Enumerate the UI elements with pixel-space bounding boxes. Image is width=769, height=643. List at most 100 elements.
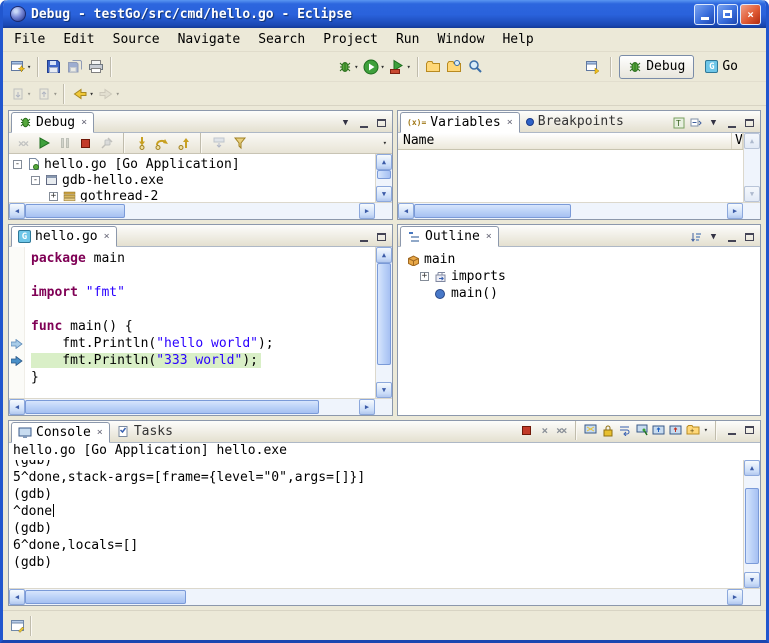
- minimize-view-icon[interactable]: [356, 230, 371, 244]
- maximize-view-icon[interactable]: [742, 116, 757, 130]
- terminate-icon[interactable]: [77, 135, 94, 152]
- scroll-right-icon[interactable]: ▶: [359, 399, 375, 415]
- terminate-console-icon[interactable]: [520, 423, 534, 437]
- scroll-left-icon[interactable]: ◀: [9, 399, 25, 415]
- collapse-all-icon[interactable]: [689, 116, 703, 130]
- new-wizard-button[interactable]: ▾: [7, 55, 33, 79]
- dropdown-arrow-icon[interactable]: ▾: [704, 426, 708, 434]
- close-tab-icon[interactable]: ×: [97, 428, 103, 438]
- perspective-debug-button[interactable]: Debug: [619, 55, 694, 79]
- scroll-left-icon[interactable]: ◀: [9, 203, 25, 219]
- menu-run[interactable]: Run: [387, 30, 428, 49]
- console-horizontal-scrollbar[interactable]: ◀ ▶: [9, 588, 743, 605]
- menu-window[interactable]: Window: [428, 30, 493, 49]
- tab-variables[interactable]: (x)= Variables ×: [400, 112, 520, 133]
- word-wrap-icon[interactable]: [618, 423, 632, 437]
- close-button[interactable]: ×: [740, 4, 761, 25]
- scroll-up-icon[interactable]: ▲: [376, 154, 392, 170]
- editor-gutter[interactable]: [9, 247, 25, 398]
- menu-navigate[interactable]: Navigate: [169, 30, 250, 49]
- column-header-value[interactable]: Value: [732, 133, 743, 149]
- step-over-icon[interactable]: [154, 135, 171, 152]
- sort-icon[interactable]: [689, 230, 703, 244]
- maximize-button[interactable]: [717, 4, 738, 25]
- scroll-right-icon[interactable]: ▶: [727, 203, 743, 219]
- expander-expand-icon[interactable]: +: [49, 192, 58, 201]
- scroll-down-icon[interactable]: ▼: [376, 382, 392, 398]
- show-stdout-icon[interactable]: [652, 423, 666, 437]
- debug-tree-item-launch[interactable]: - hello.go [Go Application]: [9, 156, 375, 172]
- external-tools-button[interactable]: ▾: [387, 55, 413, 79]
- scroll-down-icon[interactable]: ▼: [744, 572, 760, 588]
- open-perspective-button[interactable]: [582, 55, 603, 79]
- expander-collapse-icon[interactable]: -: [13, 160, 22, 169]
- open-file-button[interactable]: [444, 55, 465, 79]
- debug-horizontal-scrollbar[interactable]: ◀ ▶: [9, 202, 375, 219]
- disconnect-icon[interactable]: [98, 135, 115, 152]
- menu-project[interactable]: Project: [314, 30, 387, 49]
- pin-console-icon[interactable]: [635, 423, 649, 437]
- variables-table-body[interactable]: [398, 150, 743, 202]
- open-console-icon[interactable]: +: [686, 423, 700, 437]
- close-tab-icon[interactable]: ×: [507, 118, 513, 128]
- maximize-view-icon[interactable]: [742, 230, 757, 244]
- drop-to-frame-icon[interactable]: [210, 135, 227, 152]
- editor-horizontal-scrollbar[interactable]: ◀ ▶: [9, 398, 375, 415]
- scroll-left-icon[interactable]: ◀: [398, 203, 414, 219]
- tab-console[interactable]: Console ×: [11, 422, 110, 443]
- run-button[interactable]: ▾: [360, 55, 386, 79]
- menu-file[interactable]: File: [5, 30, 54, 49]
- menu-edit[interactable]: Edit: [54, 30, 103, 49]
- scrollbar-thumb[interactable]: [414, 204, 571, 218]
- scroll-up-icon[interactable]: ▲: [376, 247, 392, 263]
- minimize-view-icon[interactable]: [724, 423, 739, 437]
- debug-vertical-scrollbar[interactable]: ▲ ▼: [375, 154, 392, 202]
- close-tab-icon[interactable]: ×: [81, 118, 87, 128]
- minimize-button[interactable]: [694, 4, 715, 25]
- resume-icon[interactable]: [35, 135, 52, 152]
- step-return-icon[interactable]: [175, 135, 192, 152]
- debug-button[interactable]: ▾: [334, 55, 360, 79]
- forward-button[interactable]: ▾: [96, 82, 122, 106]
- debug-tree-item-thread[interactable]: + gothread-2: [9, 188, 375, 202]
- scrollbar-thumb[interactable]: [25, 400, 319, 414]
- step-into-icon[interactable]: [133, 135, 150, 152]
- scrollbar-thumb[interactable]: [377, 263, 391, 365]
- maximize-view-icon[interactable]: [374, 116, 389, 130]
- scroll-lock-icon[interactable]: [601, 423, 615, 437]
- use-step-filters-icon[interactable]: [231, 135, 248, 152]
- expander-expand-icon[interactable]: +: [420, 272, 429, 281]
- scroll-up-icon[interactable]: ▲: [744, 460, 760, 476]
- previous-annotation-button[interactable]: ▾: [33, 82, 59, 106]
- scroll-right-icon[interactable]: ▶: [727, 589, 743, 605]
- scroll-right-icon[interactable]: ▶: [359, 203, 375, 219]
- column-header-name[interactable]: Name: [398, 133, 732, 149]
- outline-item-package[interactable]: main: [398, 251, 760, 268]
- debug-tree-item-process[interactable]: - gdb-hello.exe: [9, 172, 375, 188]
- outline-item-main-func[interactable]: main(): [398, 285, 760, 302]
- console-output[interactable]: (gdb) 5^done,stack-args=[frame={level="0…: [9, 460, 743, 588]
- close-tab-icon[interactable]: ×: [104, 232, 110, 242]
- scrollbar-thumb[interactable]: [377, 170, 391, 179]
- maximize-view-icon[interactable]: [742, 423, 757, 437]
- code-area[interactable]: package main import "fmt" func main() { …: [25, 247, 375, 398]
- scrollbar-thumb[interactable]: [25, 590, 186, 604]
- show-stderr-icon[interactable]: [669, 423, 683, 437]
- menu-source[interactable]: Source: [104, 30, 169, 49]
- perspective-go-button[interactable]: G Go: [697, 55, 746, 79]
- scroll-left-icon[interactable]: ◀: [9, 589, 25, 605]
- next-annotation-button[interactable]: ▾: [7, 82, 33, 106]
- tab-debug[interactable]: Debug ×: [11, 112, 94, 133]
- view-menu-icon[interactable]: ▼: [706, 116, 721, 130]
- show-type-names-icon[interactable]: T: [672, 116, 686, 130]
- variables-horizontal-scrollbar[interactable]: ◀ ▶: [398, 202, 743, 219]
- tab-breakpoints[interactable]: Breakpoints: [520, 111, 630, 132]
- tab-outline[interactable]: Outline ×: [400, 226, 499, 247]
- menu-help[interactable]: Help: [493, 30, 542, 49]
- minimize-view-icon[interactable]: [724, 230, 739, 244]
- suspend-icon[interactable]: [56, 135, 73, 152]
- save-button[interactable]: [43, 55, 64, 79]
- editor-vertical-scrollbar[interactable]: ▲ ▼: [375, 247, 392, 398]
- scrollbar-thumb[interactable]: [25, 204, 125, 218]
- menu-search[interactable]: Search: [249, 30, 314, 49]
